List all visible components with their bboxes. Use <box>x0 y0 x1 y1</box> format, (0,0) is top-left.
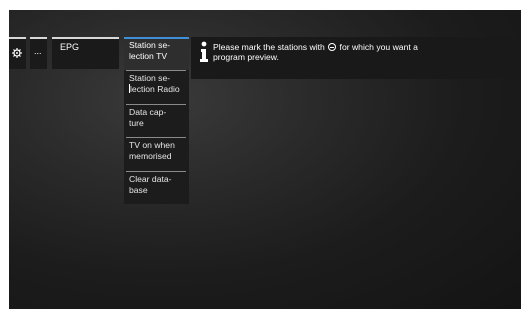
epg-submenu: Station se- lection TV Station se- lecti… <box>124 37 189 204</box>
submenu-item-label: ture <box>129 118 144 128</box>
settings-tile[interactable] <box>9 37 26 69</box>
submenu-item-label: lection Radio <box>130 84 180 94</box>
submenu-item-data-capture[interactable]: Data cap- ture <box>124 104 189 137</box>
more-tile[interactable]: ... <box>30 37 47 69</box>
info-text-part1: Please mark the stations with <box>213 42 325 52</box>
submenu-item-label: lection TV <box>129 51 168 61</box>
submenu-item-station-selection-tv[interactable]: Station se- lection TV <box>124 37 189 70</box>
submenu-item-label: Station se- <box>129 73 171 83</box>
epg-label: EPG <box>60 42 80 52</box>
more-label: ... <box>34 46 42 56</box>
submenu-item-label: memorised <box>129 151 172 161</box>
tv-screen: ... EPG Station se- lection TV Station s… <box>9 10 521 309</box>
info-icon <box>200 41 208 62</box>
submenu-item-label: base <box>129 185 148 195</box>
info-text: Please mark the stations with for which … <box>213 42 513 62</box>
info-text-line2: program preview. <box>213 52 279 62</box>
submenu-item-clear-database[interactable]: Clear data- base <box>124 171 189 204</box>
info-panel: Please mark the stations with for which … <box>191 37 521 79</box>
epg-tile[interactable]: EPG <box>52 37 119 69</box>
info-text-part2: for which you want a <box>337 42 418 52</box>
submenu-item-label: Clear data- <box>129 174 172 184</box>
gear-icon <box>12 48 22 58</box>
submenu-item-tv-on-when-memorised[interactable]: TV on when memorised <box>124 137 189 171</box>
submenu-item-label: Station se- <box>129 40 171 50</box>
submenu-item-station-selection-radio[interactable]: Station se- lection Radio <box>124 70 189 104</box>
circle-minus-icon <box>328 43 337 51</box>
submenu-item-label: Data cap- <box>129 107 167 117</box>
submenu-item-label: TV on when <box>129 140 175 150</box>
